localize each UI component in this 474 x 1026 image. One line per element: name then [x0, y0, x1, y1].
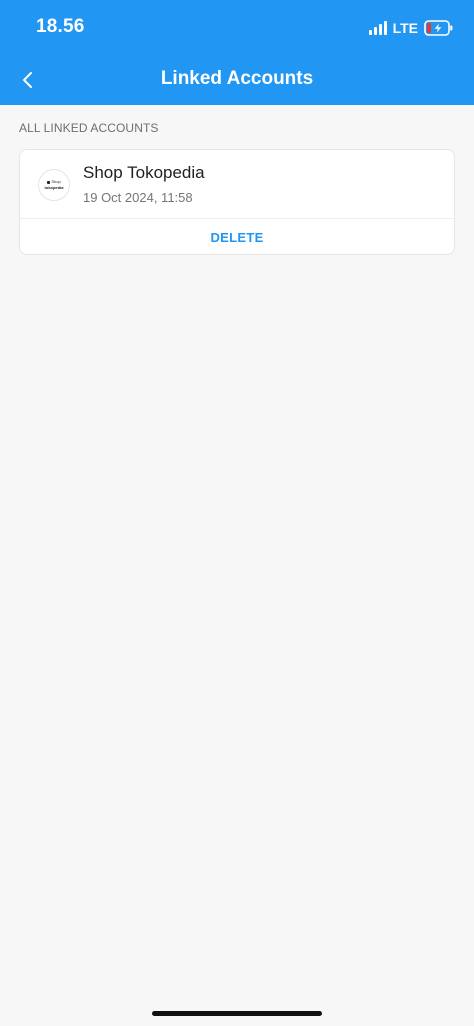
- status-icons: LTE: [368, 18, 454, 38]
- app-header: 18.56 LTE Linked Accounts: [0, 0, 474, 105]
- network-type: LTE: [392, 20, 418, 36]
- logo-text-tokopedia: tokopedia: [44, 185, 64, 190]
- shopping-bag-icon: [47, 180, 51, 184]
- signal-icon: [368, 21, 387, 35]
- tokopedia-shop-logo: Shop tokopedia: [38, 169, 70, 201]
- status-time: 18.56: [36, 16, 85, 37]
- delete-button[interactable]: DELETE: [20, 219, 454, 255]
- home-indicator: [152, 1011, 322, 1016]
- linked-account-card: Shop tokopedia Shop Tokopedia 19 Oct 202…: [19, 149, 455, 255]
- account-name: Shop Tokopedia: [83, 163, 205, 182]
- battery-charging-icon: [424, 20, 453, 36]
- page-title: Linked Accounts: [160, 68, 314, 89]
- account-linked-date: 19 Oct 2024, 11:58: [83, 190, 193, 205]
- section-header: ALL LINKED ACCOUNTS: [19, 121, 159, 135]
- linked-accounts-screen: 18.56 LTE Linked Accounts ALL LINKED ACC…: [0, 0, 474, 1026]
- nav-bar: Linked Accounts: [0, 58, 474, 102]
